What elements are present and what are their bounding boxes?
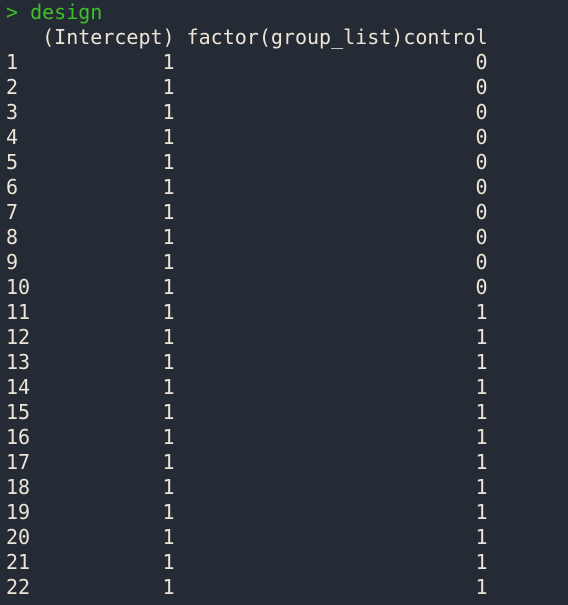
- intercept-value: 1: [162, 325, 175, 349]
- control-value: 1: [475, 375, 488, 399]
- table-header: (Intercept) factor(group_list)control: [6, 25, 488, 50]
- table-row: 6 1 0: [6, 175, 488, 200]
- control-value: 0: [475, 125, 488, 149]
- control-value: 1: [475, 575, 488, 599]
- control-value: 0: [475, 50, 488, 74]
- control-value: 1: [475, 300, 488, 324]
- table-row: 2 1 0: [6, 75, 488, 100]
- table-row: 11 1 1: [6, 300, 488, 325]
- control-value: 1: [475, 450, 488, 474]
- row-label: 21: [6, 550, 31, 574]
- intercept-value: 1: [162, 475, 175, 499]
- table-row: 17 1 1: [6, 450, 488, 475]
- row-label: 3: [6, 100, 19, 124]
- intercept-value: 1: [162, 150, 175, 174]
- row-label: 18: [6, 475, 31, 499]
- table-row: 12 1 1: [6, 325, 488, 350]
- table-row: 4 1 0: [6, 125, 488, 150]
- row-label: 1: [6, 50, 19, 74]
- row-label: 9: [6, 250, 19, 274]
- control-value: 0: [475, 175, 488, 199]
- column-header-control: factor(group_list)control: [186, 25, 488, 49]
- intercept-value: 1: [162, 300, 175, 324]
- control-value: 0: [475, 250, 488, 274]
- intercept-value: 1: [162, 225, 175, 249]
- control-value: 1: [475, 400, 488, 424]
- control-value: 0: [475, 225, 488, 249]
- column-header-intercept: (Intercept): [42, 25, 175, 49]
- row-label: 4: [6, 125, 19, 149]
- table-row: 22 1 1: [6, 575, 488, 600]
- row-label: 22: [6, 575, 31, 599]
- table-row: 15 1 1: [6, 400, 488, 425]
- intercept-value: 1: [162, 175, 175, 199]
- control-value: 1: [475, 500, 488, 524]
- intercept-value: 1: [162, 125, 175, 149]
- intercept-value: 1: [162, 350, 175, 374]
- row-label: 11: [6, 300, 31, 324]
- intercept-value: 1: [162, 50, 175, 74]
- table-row: 14 1 1: [6, 375, 488, 400]
- intercept-value: 1: [162, 575, 175, 599]
- table-row: 1 1 0: [6, 50, 488, 75]
- control-value: 1: [475, 425, 488, 449]
- row-label: 5: [6, 150, 19, 174]
- r-console: > design (Intercept) factor(group_list)con…: [6, 0, 488, 600]
- control-value: 1: [475, 525, 488, 549]
- control-value: 0: [475, 100, 488, 124]
- intercept-value: 1: [162, 525, 175, 549]
- table-row: 16 1 1: [6, 425, 488, 450]
- table-body: 1 1 0 2 1 0 3 1 0 4 1 0 5 1 0 6 1 0 7 1 0 8 1 0 9 1 0 10 1 0 11 1 1 12 1 1 1…: [6, 50, 488, 600]
- control-value: 0: [475, 150, 488, 174]
- control-value: 0: [475, 275, 488, 299]
- row-label: 7: [6, 200, 19, 224]
- control-value: 1: [475, 350, 488, 374]
- table-row: 8 1 0: [6, 225, 488, 250]
- intercept-value: 1: [162, 375, 175, 399]
- control-value: 0: [475, 75, 488, 99]
- control-value: 1: [475, 475, 488, 499]
- control-value: 1: [475, 325, 488, 349]
- row-label: 13: [6, 350, 31, 374]
- table-row: 5 1 0: [6, 150, 488, 175]
- table-row: 10 1 0: [6, 275, 488, 300]
- table-row: 3 1 0: [6, 100, 488, 125]
- table-row: 19 1 1: [6, 500, 488, 525]
- row-label: 17: [6, 450, 31, 474]
- prompt-symbol: >: [6, 0, 19, 24]
- row-label: 2: [6, 75, 19, 99]
- command-text: design: [30, 0, 103, 24]
- row-label: 15: [6, 400, 31, 424]
- row-label: 12: [6, 325, 31, 349]
- intercept-value: 1: [162, 100, 175, 124]
- table-row: 13 1 1: [6, 350, 488, 375]
- row-label: 14: [6, 375, 31, 399]
- intercept-value: 1: [162, 500, 175, 524]
- row-label: 10: [6, 275, 31, 299]
- row-label: 20: [6, 525, 31, 549]
- row-label: 16: [6, 425, 31, 449]
- intercept-value: 1: [162, 400, 175, 424]
- intercept-value: 1: [162, 450, 175, 474]
- row-label: 8: [6, 225, 19, 249]
- intercept-value: 1: [162, 425, 175, 449]
- intercept-value: 1: [162, 200, 175, 224]
- row-label: 6: [6, 175, 19, 199]
- intercept-value: 1: [162, 75, 175, 99]
- table-row: 7 1 0: [6, 200, 488, 225]
- table-row: 20 1 1: [6, 525, 488, 550]
- table-row: 21 1 1: [6, 550, 488, 575]
- control-value: 0: [475, 200, 488, 224]
- intercept-value: 1: [162, 275, 175, 299]
- row-label: 19: [6, 500, 31, 524]
- control-value: 1: [475, 550, 488, 574]
- intercept-value: 1: [162, 250, 175, 274]
- command-line: > design: [6, 0, 488, 25]
- table-row: 18 1 1: [6, 475, 488, 500]
- intercept-value: 1: [162, 550, 175, 574]
- table-row: 9 1 0: [6, 250, 488, 275]
